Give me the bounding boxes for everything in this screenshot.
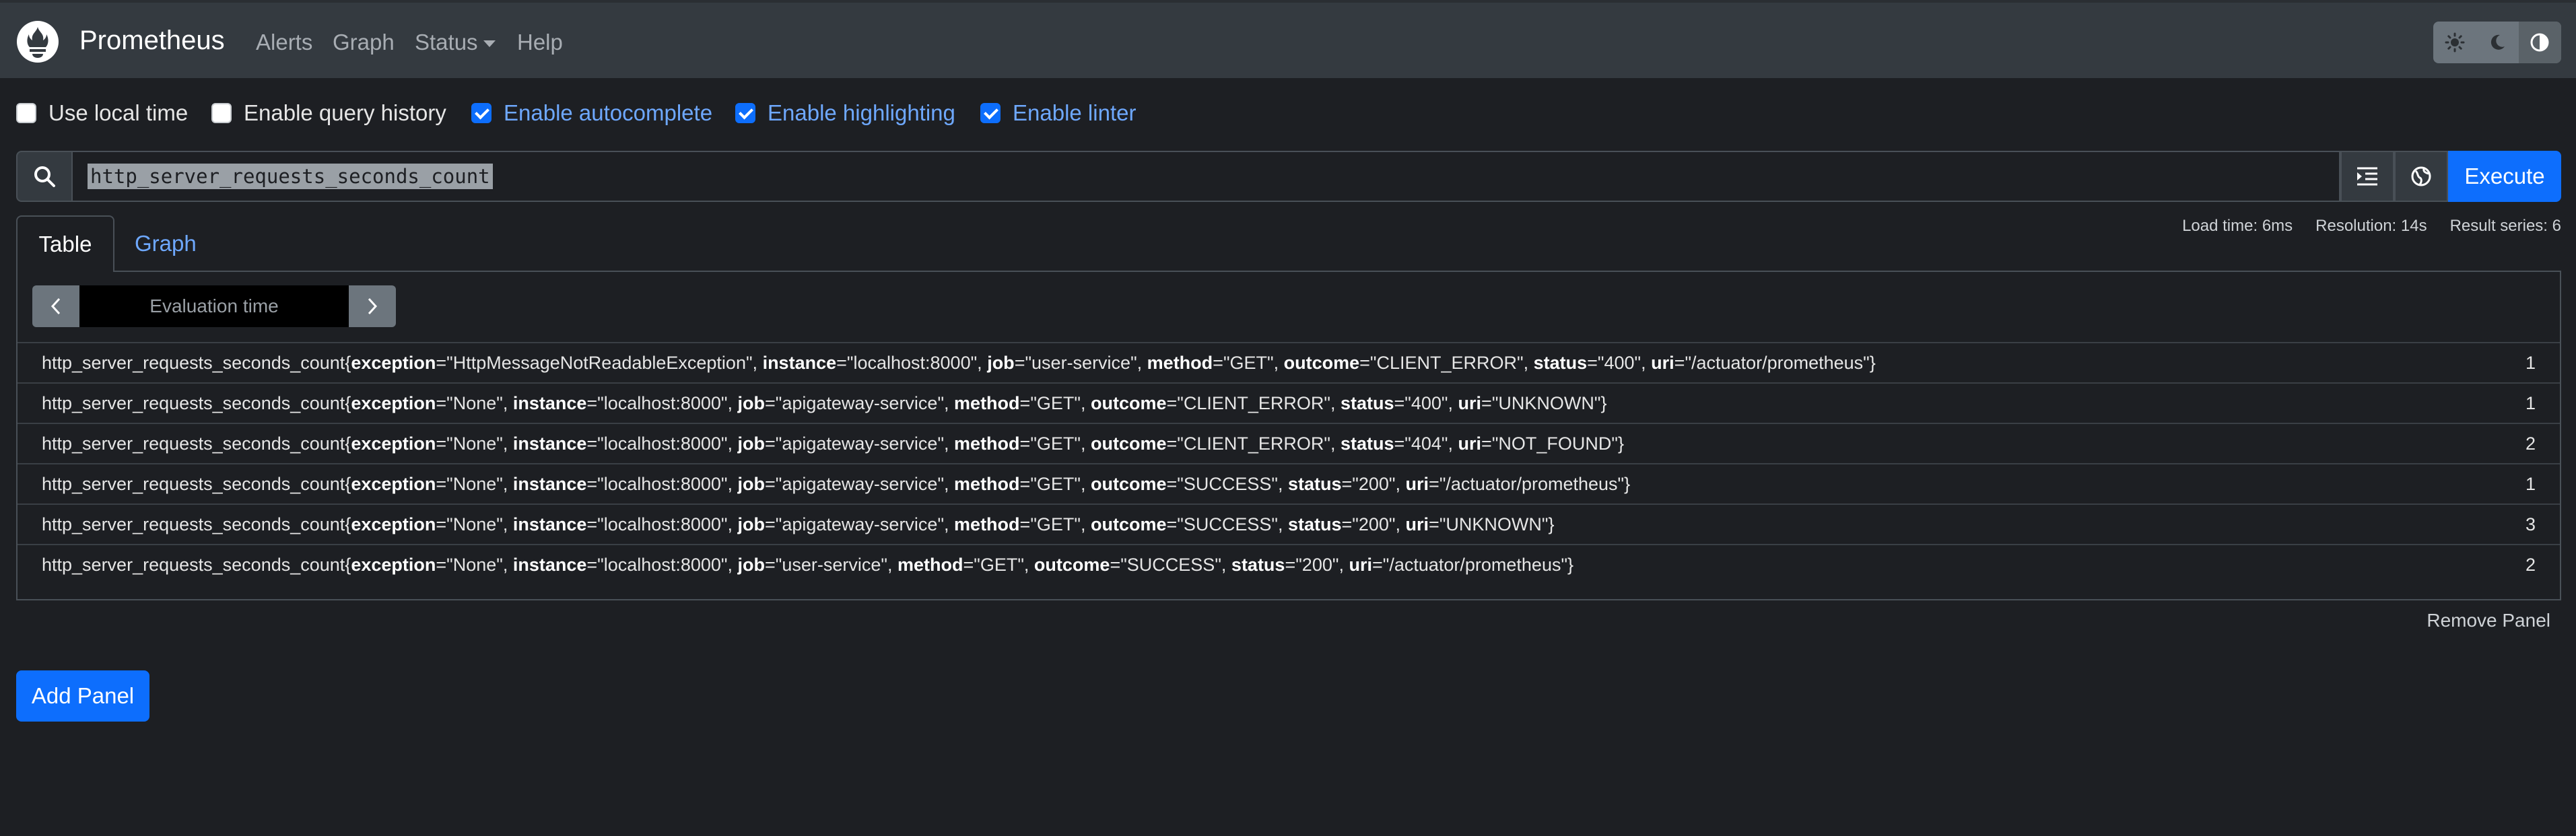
add-panel-button[interactable]: Add Panel	[16, 670, 149, 722]
theme-light-button[interactable]	[2433, 22, 2476, 63]
navbar: Prometheus Alerts Graph Status Help	[0, 0, 2576, 78]
label-use-local-time: Use local time	[48, 100, 189, 125]
option-enable-highlighting[interactable]: Enable highlighting	[735, 98, 955, 128]
brand-title[interactable]: Prometheus	[79, 26, 225, 56]
series-value: 3	[2525, 514, 2536, 534]
series-label: http_server_requests_seconds_count{excep…	[42, 514, 1555, 534]
table-row: http_server_requests_seconds_count{excep…	[18, 503, 2560, 544]
series-value: 2	[2525, 433, 2536, 454]
nav-help[interactable]: Help	[517, 30, 563, 55]
table-row: http_server_requests_seconds_count{excep…	[18, 463, 2560, 503]
theme-dark-button[interactable]	[2476, 22, 2518, 63]
checkbox-enable-highlighting[interactable]	[735, 103, 755, 123]
series-label: http_server_requests_seconds_count{excep…	[42, 473, 1631, 494]
series-label: http_server_requests_seconds_count{excep…	[42, 352, 1876, 373]
results-panel: Evaluation time http_server_requests_sec…	[16, 271, 2561, 600]
moon-icon	[2490, 34, 2505, 50]
checkbox-use-local-time[interactable]	[16, 103, 36, 123]
series-label: http_server_requests_seconds_count{excep…	[42, 554, 1574, 575]
series-value: 1	[2525, 352, 2536, 373]
table-row: http_server_requests_seconds_count{excep…	[18, 342, 2560, 382]
result-series: Result series: 6	[2449, 217, 2561, 235]
option-enable-linter[interactable]: Enable linter	[980, 98, 1136, 128]
series-value: 1	[2525, 392, 2536, 413]
nav-status-dropdown[interactable]: Status	[415, 30, 496, 55]
series-value: 2	[2525, 554, 2536, 575]
series-label: http_server_requests_seconds_count{excep…	[42, 433, 1624, 454]
query-text[interactable]: http_server_requests_seconds_count	[88, 164, 493, 189]
option-enable-query-history[interactable]: Enable query history	[211, 98, 446, 128]
option-use-local-time[interactable]: Use local time	[16, 98, 188, 128]
theme-auto-button[interactable]	[2518, 22, 2561, 63]
series-value: 1	[2525, 473, 2536, 494]
label-enable-linter: Enable linter	[1013, 100, 1137, 125]
nav-alerts[interactable]: Alerts	[256, 30, 312, 55]
format-indent-icon	[2357, 167, 2377, 186]
chevron-left-icon	[50, 298, 61, 315]
results-table: http_server_requests_seconds_count{excep…	[18, 342, 2560, 584]
checkbox-enable-autocomplete[interactable]	[471, 103, 492, 123]
nav-graph[interactable]: Graph	[333, 30, 395, 55]
label-enable-query-history: Enable query history	[244, 100, 446, 125]
metrics-explorer-button[interactable]	[2394, 151, 2448, 202]
label-enable-highlighting: Enable highlighting	[768, 100, 955, 125]
sun-icon	[2445, 32, 2465, 53]
resolution: Resolution: 14s	[2315, 217, 2427, 235]
checkbox-enable-linter[interactable]	[980, 103, 1001, 123]
tab-table[interactable]: Table	[16, 215, 114, 272]
chevron-right-icon	[368, 298, 378, 315]
eval-next-button[interactable]	[349, 285, 396, 327]
nav-status-label: Status	[415, 30, 478, 55]
evaluation-time-input[interactable]: Evaluation time	[79, 285, 349, 327]
query-input[interactable]: http_server_requests_seconds_count	[71, 151, 2340, 202]
table-row: http_server_requests_seconds_count{excep…	[18, 382, 2560, 423]
table-row: http_server_requests_seconds_count{excep…	[18, 544, 2560, 584]
execute-button[interactable]: Execute	[2448, 151, 2561, 202]
eval-prev-button[interactable]	[32, 285, 79, 327]
caret-down-icon	[483, 40, 496, 48]
option-enable-autocomplete[interactable]: Enable autocomplete	[471, 98, 712, 128]
globe-icon	[2411, 166, 2431, 186]
theme-switcher	[2433, 22, 2561, 63]
format-expression-button[interactable]	[2340, 151, 2394, 202]
label-enable-autocomplete: Enable autocomplete	[504, 100, 713, 125]
remove-panel-button[interactable]: Remove Panel	[2427, 610, 2550, 631]
contrast-icon	[2530, 33, 2549, 52]
search-addon	[16, 151, 73, 202]
query-stats: Load time: 6ms Resolution: 14s Result se…	[2182, 217, 2561, 236]
tab-graph[interactable]: Graph	[135, 215, 197, 272]
prometheus-logo-icon[interactable]	[16, 20, 59, 63]
table-row: http_server_requests_seconds_count{excep…	[18, 423, 2560, 463]
evaluation-time-control: Evaluation time	[32, 285, 396, 327]
series-label: http_server_requests_seconds_count{excep…	[42, 392, 1607, 413]
load-time: Load time: 6ms	[2182, 217, 2293, 235]
checkbox-enable-query-history[interactable]	[211, 103, 232, 123]
search-icon	[34, 166, 55, 187]
